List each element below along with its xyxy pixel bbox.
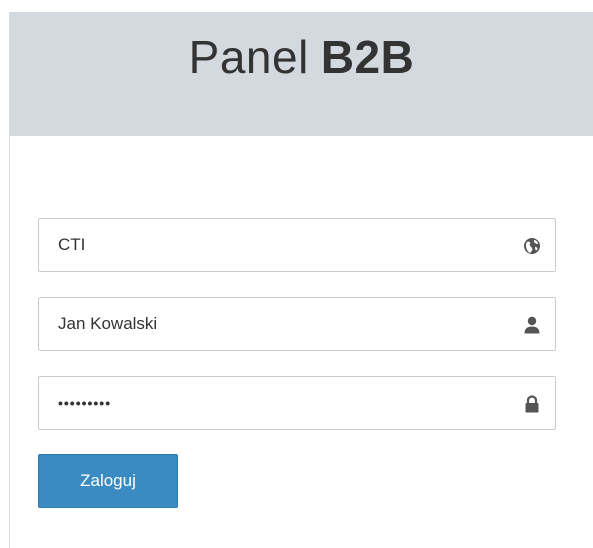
globe-icon xyxy=(522,236,542,256)
company-input[interactable] xyxy=(39,219,555,271)
user-icon xyxy=(522,315,542,335)
username-field-wrapper xyxy=(38,297,556,351)
page-title: Panel B2B xyxy=(189,30,415,84)
page-title-strong: B2B xyxy=(320,31,415,83)
username-input[interactable] xyxy=(39,298,555,350)
login-button[interactable]: Zaloguj xyxy=(38,454,178,508)
company-field-wrapper xyxy=(38,218,556,272)
page-title-light: Panel xyxy=(188,31,309,83)
password-input[interactable] xyxy=(39,377,555,429)
password-field-wrapper xyxy=(38,376,556,430)
lock-icon xyxy=(522,394,542,414)
panel-header: Panel B2B xyxy=(10,12,593,136)
